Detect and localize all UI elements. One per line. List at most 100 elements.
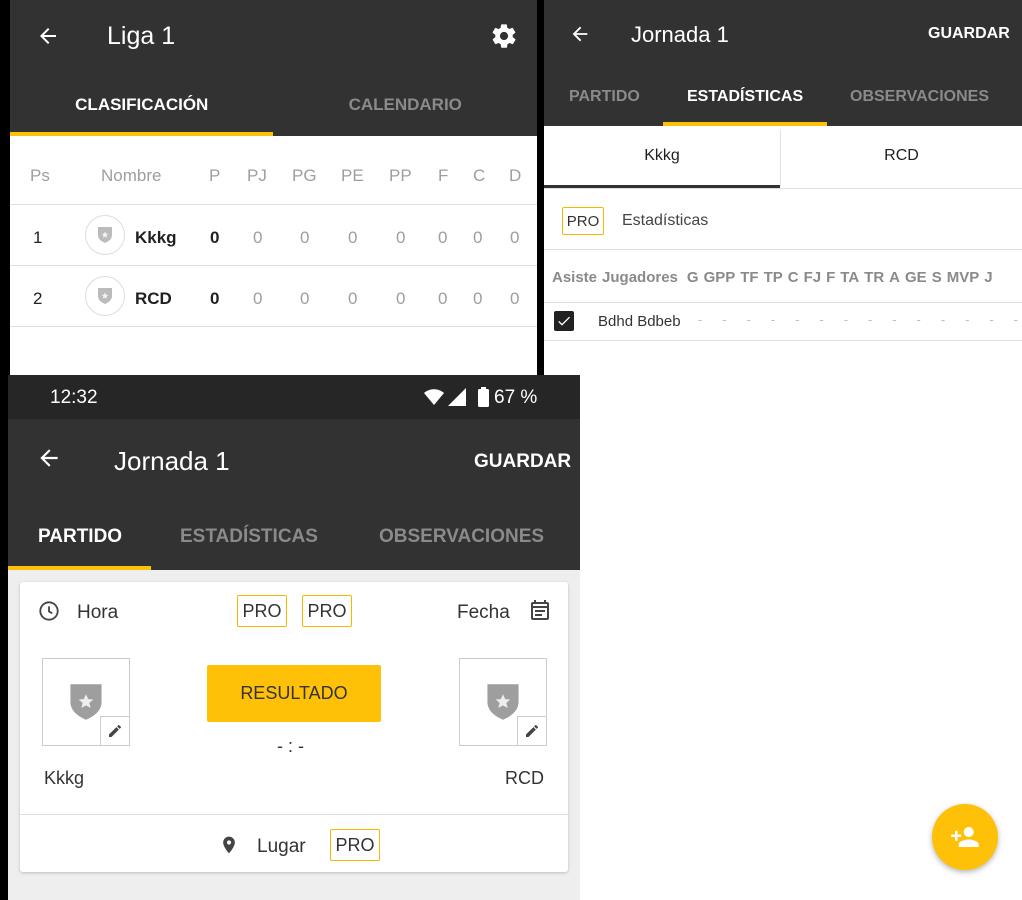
stats-panel: Jornada 1 GUARDAR PARTIDO ESTADÍSTICAS O… [544, 0, 1022, 900]
shield-icon [487, 684, 519, 720]
away-team-name: RCD [505, 768, 544, 788]
calendar-icon[interactable] [528, 598, 552, 627]
player-stat-value[interactable]: - [1014, 312, 1018, 327]
away-crest[interactable] [459, 658, 547, 746]
row-pos: 1 [33, 228, 43, 247]
home-team-name: Kkkg [44, 768, 85, 788]
row-pp: 0 [396, 289, 406, 308]
stats-column-header: GE [905, 269, 927, 286]
score: - : - [277, 736, 304, 756]
table-row[interactable]: 2 RCD 0 0 0 0 0 0 0 0 [10, 266, 537, 327]
stats-column-header: TA [840, 269, 860, 286]
pro-badge[interactable]: PRO [562, 207, 604, 235]
col-nombre: Nombre [101, 166, 162, 185]
row-team-name: RCD [135, 289, 172, 308]
stats-column-header: TR [864, 269, 885, 286]
row-p: 0 [210, 289, 220, 308]
standings-table: Ps Nombre P PJ PG PE PP F C D 1 Kkkg 0 0… [10, 136, 537, 375]
stats-title: Jornada 1 [631, 22, 729, 47]
battery-level: 67 % [494, 387, 538, 408]
stats-column-header: GPP [703, 269, 736, 286]
table-header: Ps Nombre P PJ PG PE PP F C D [10, 136, 537, 205]
player-name: Bdhd Bdbeb [598, 313, 681, 330]
tab-calendario[interactable]: CALENDARIO [274, 74, 538, 136]
fecha-label[interactable]: Fecha [457, 602, 510, 624]
player-stat-value[interactable]: - [844, 312, 848, 327]
player-stat-value[interactable]: - [819, 312, 823, 327]
stats-column-header: G [686, 269, 699, 286]
stats-column-header: Jugadores [602, 269, 678, 286]
lugar-label[interactable]: Lugar [257, 836, 306, 858]
team-shield-icon [85, 215, 125, 255]
player-stat-value[interactable]: - [868, 312, 872, 327]
stats-column-header: J [984, 269, 993, 286]
tab-partido[interactable]: PARTIDO [569, 88, 640, 106]
col-f: F [438, 166, 449, 185]
tab-observaciones[interactable]: OBSERVACIONES [850, 88, 989, 106]
player-stat-value[interactable]: - [747, 312, 751, 327]
tab-partido[interactable]: PARTIDO [38, 526, 122, 548]
back-arrow-icon[interactable] [564, 18, 596, 50]
back-arrow-icon[interactable] [30, 18, 66, 54]
player-stat-value[interactable]: - [989, 312, 993, 327]
location-pin-icon [219, 834, 239, 861]
stats-header-row: PRO Estadísticas [544, 189, 1022, 250]
stats-column-header: S [931, 269, 942, 286]
tab-observaciones[interactable]: OBSERVACIONES [379, 526, 544, 548]
edit-icon[interactable] [517, 716, 546, 745]
col-ps: Ps [30, 166, 50, 185]
player-stat-value[interactable]: - [698, 312, 702, 327]
player-row[interactable]: Bdhd Bdbeb - - - - - - - - - - - - - - [544, 302, 1022, 341]
pro-badge-date[interactable]: PRO [302, 595, 352, 627]
stats-column-header: C [787, 269, 799, 286]
row-pe: 0 [348, 228, 358, 247]
stats-appbar: Jornada 1 GUARDAR PARTIDO ESTADÍSTICAS O… [544, 0, 1022, 126]
hora-label[interactable]: Hora [77, 602, 118, 624]
add-player-button[interactable] [932, 804, 998, 870]
player-stat-value[interactable]: - [892, 312, 896, 327]
tab-estadisticas[interactable]: ESTADÍSTICAS [180, 526, 318, 548]
save-button[interactable]: GUARDAR [474, 451, 571, 473]
person-add-icon [951, 827, 979, 847]
gear-icon[interactable] [486, 18, 522, 54]
clock-icon [38, 600, 60, 627]
wifi-icon [424, 389, 444, 410]
back-arrow-icon[interactable] [32, 441, 66, 475]
team-selector: Kkkg RCD [544, 126, 1022, 189]
match-title: Jornada 1 [114, 446, 230, 476]
player-stat-value[interactable]: - [795, 312, 799, 327]
stats-column-header: A [889, 269, 901, 286]
edit-icon[interactable] [100, 716, 129, 745]
row-c: 0 [473, 289, 483, 308]
player-stat-value[interactable]: - [722, 312, 726, 327]
battery-icon [478, 387, 489, 412]
row-d: 0 [510, 228, 520, 247]
tab-clasificacion[interactable]: CLASIFICACIÓN [10, 74, 274, 136]
assist-checkbox[interactable] [554, 311, 574, 331]
player-stat-value[interactable]: - [965, 312, 969, 327]
team-tab-away[interactable]: RCD [781, 126, 1022, 186]
team-tab-home[interactable]: Kkkg [544, 126, 780, 186]
pro-badge-time[interactable]: PRO [237, 595, 287, 627]
stats-column-header: Asiste [552, 269, 598, 286]
player-stat-value[interactable]: - [771, 312, 775, 327]
row-pg: 0 [300, 289, 310, 308]
tab-estadisticas[interactable]: ESTADÍSTICAS [687, 88, 803, 106]
row-pos: 2 [33, 289, 43, 308]
player-stat-value[interactable]: - [941, 312, 945, 327]
table-row[interactable]: 1 Kkkg 0 0 0 0 0 0 0 0 [10, 205, 537, 266]
league-appbar: Liga 1 CLASIFICACIÓN CALENDARIO [10, 0, 537, 136]
team-tab-indicator [544, 185, 780, 188]
league-panel: Liga 1 CLASIFICACIÓN CALENDARIO Ps Nombr… [10, 0, 537, 375]
match-card: Hora PRO PRO Fecha Kkkg RESULTADO - : - … [20, 582, 568, 872]
result-button[interactable]: RESULTADO [207, 665, 381, 722]
row-p: 0 [210, 228, 220, 247]
player-stat-value[interactable]: - [917, 312, 921, 327]
pro-badge-location[interactable]: PRO [330, 829, 380, 861]
shield-icon [70, 684, 102, 720]
col-pe: PE [341, 166, 364, 185]
home-crest[interactable] [42, 658, 130, 746]
save-button[interactable]: GUARDAR [928, 25, 1010, 43]
row-pj: 0 [253, 289, 263, 308]
player-stat-values: -------------- [698, 312, 1018, 327]
